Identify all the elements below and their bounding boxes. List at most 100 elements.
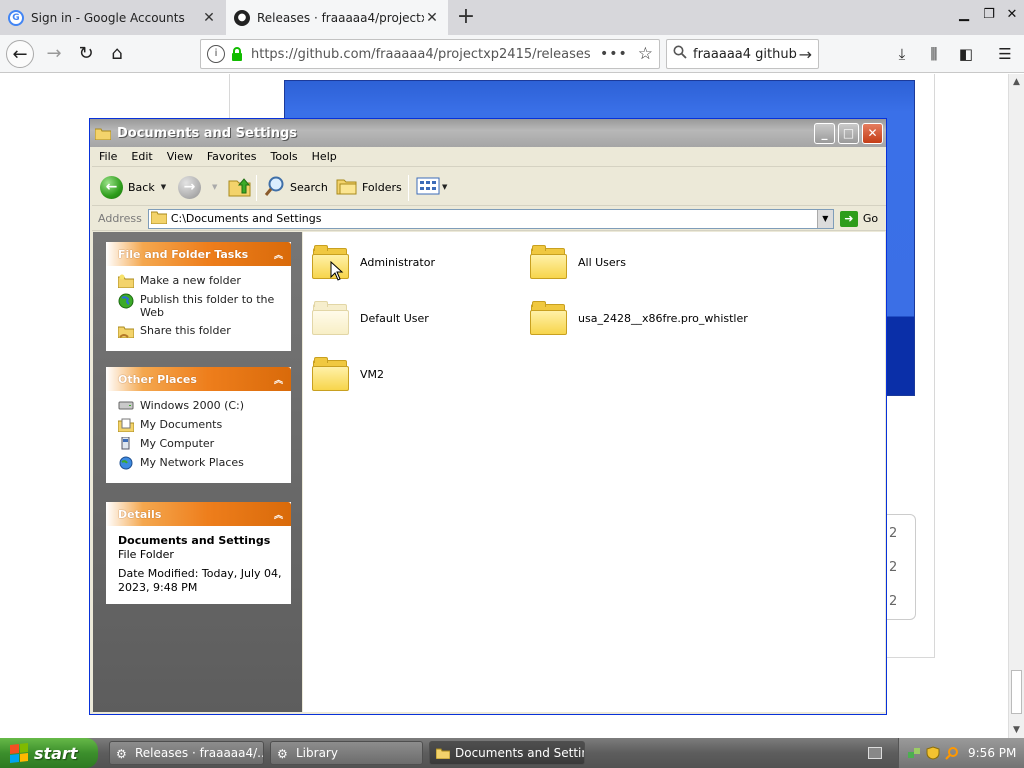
scroll-thumb[interactable]: [1011, 670, 1022, 714]
search-go-icon[interactable]: →: [799, 45, 812, 64]
search-icon[interactable]: [945, 746, 959, 760]
address-dropdown-icon[interactable]: ▼: [816, 209, 833, 228]
bookmark-star-icon[interactable]: ☆: [638, 44, 653, 64]
folder-icon: [530, 244, 568, 280]
taskbar-button-documents-settings[interactable]: Documents and Settings: [429, 741, 585, 765]
panel-title: Details: [118, 507, 162, 521]
browser-tab-bar: G Sign in - Google Accounts ✕ ● Releases…: [0, 0, 1024, 35]
task-make-new-folder[interactable]: Make a new folder: [117, 274, 283, 289]
library-icon[interactable]: ⫼: [923, 43, 945, 65]
scroll-down-icon[interactable]: ▼: [1009, 722, 1024, 738]
tab-label: Sign in - Google Accounts: [31, 10, 185, 25]
panel-header[interactable]: Details ︽: [106, 502, 291, 526]
menu-file[interactable]: File: [92, 150, 124, 163]
folders-button[interactable]: Folders: [336, 173, 402, 201]
tab-label: Releases · fraaaaa4/projectxp2415: [257, 10, 424, 25]
panel-header[interactable]: File and Folder Tasks ︽: [106, 242, 291, 266]
dropdown-arrow-icon[interactable]: ▼: [161, 183, 166, 191]
folder-icon: [312, 356, 350, 392]
shield-icon[interactable]: [926, 746, 940, 760]
reload-button[interactable]: ↻: [72, 40, 100, 68]
menu-view[interactable]: View: [160, 150, 200, 163]
menu-help[interactable]: Help: [305, 150, 344, 163]
url-text[interactable]: https://github.com/fraaaaa4/projectxp241…: [251, 47, 590, 62]
place-windows-2000-c[interactable]: Windows 2000 (C:): [118, 399, 283, 413]
home-button[interactable]: ⌂: [103, 40, 131, 68]
folder-vm2[interactable]: VM2: [312, 356, 384, 392]
explorer-title-bar[interactable]: Documents and Settings _ □ ✕: [90, 119, 886, 147]
panel-header[interactable]: Other Places ︽: [106, 367, 291, 391]
task-publish-folder[interactable]: Publish this folder to the Web: [118, 293, 283, 319]
start-button[interactable]: start: [0, 738, 98, 768]
close-window-icon[interactable]: ✕: [1003, 6, 1021, 24]
tab-google-signin[interactable]: G Sign in - Google Accounts ✕: [0, 0, 225, 35]
place-my-network-places[interactable]: My Network Places: [118, 456, 283, 470]
task-pane: File and Folder Tasks ︽ Make a new folde…: [93, 232, 302, 712]
place-my-computer[interactable]: My Computer: [118, 436, 283, 451]
menu-edit[interactable]: Edit: [124, 150, 159, 163]
folder-usa-2428-whistler[interactable]: usa_2428__x86fre.pro_whistler: [530, 300, 748, 336]
go-label: Go: [862, 212, 879, 225]
close-tab-icon[interactable]: ✕: [424, 10, 440, 26]
url-bar[interactable]: i https://github.com/fraaaaa4/projectxp2…: [200, 39, 660, 69]
minimize-button[interactable]: _: [814, 123, 835, 144]
info-icon[interactable]: i: [207, 45, 225, 63]
search-input[interactable]: fraaaaa4 github: [693, 47, 799, 62]
up-folder-button[interactable]: [228, 173, 252, 201]
network-icon[interactable]: [907, 746, 921, 760]
release-digit: 2: [889, 526, 898, 541]
address-input[interactable]: C:\Documents and Settings ▼: [147, 208, 834, 229]
keyboard-icon[interactable]: [868, 747, 882, 759]
menu-favorites[interactable]: Favorites: [200, 150, 264, 163]
folder-label: Default User: [360, 311, 429, 325]
folder-label: All Users: [578, 255, 626, 269]
taskbar-button-releases[interactable]: ⚙ Releases · fraaaaa4/...: [109, 741, 264, 765]
dropdown-arrow-icon[interactable]: ▼: [442, 183, 447, 191]
close-button[interactable]: ✕: [862, 123, 883, 144]
address-path[interactable]: C:\Documents and Settings: [171, 212, 322, 225]
search-button[interactable]: Search: [264, 173, 328, 201]
folder-icon: [94, 127, 112, 140]
panel-title: Other Places: [118, 372, 197, 386]
new-tab-button[interactable]: +: [452, 3, 480, 31]
views-button[interactable]: ▼: [416, 173, 447, 201]
maximize-button[interactable]: □: [838, 123, 859, 144]
folder-all-users[interactable]: All Users: [530, 244, 626, 280]
scroll-up-icon[interactable]: ▲: [1009, 74, 1024, 90]
sidebar-icon[interactable]: ◧: [955, 43, 977, 65]
taskbar-button-library[interactable]: ⚙ Library: [270, 741, 423, 765]
taskbar: start ⚙ Releases · fraaaaa4/... ⚙ Librar…: [0, 738, 1024, 768]
page-scrollbar[interactable]: ▲ ▼: [1008, 74, 1024, 738]
menu-icon[interactable]: ☰: [994, 43, 1016, 65]
forward-button[interactable]: → ▼: [178, 173, 217, 201]
minimize-icon[interactable]: ▁: [955, 6, 973, 24]
restore-icon[interactable]: ❐: [980, 6, 998, 24]
search-bar[interactable]: fraaaaa4 github →: [666, 39, 819, 69]
collapse-chevron-icon[interactable]: ︽: [274, 248, 283, 261]
go-button[interactable]: ➜ Go: [839, 210, 879, 227]
folder-default-user[interactable]: Default User: [312, 300, 429, 336]
tab-github-releases[interactable]: ● Releases · fraaaaa4/projectxp2415 ✕: [226, 0, 448, 35]
collapse-chevron-icon[interactable]: ︽: [274, 508, 283, 521]
folder-icon: [435, 747, 451, 760]
downloads-icon[interactable]: ⤓: [891, 43, 913, 65]
back-button[interactable]: ← Back ▼: [100, 173, 166, 201]
folder-content-area[interactable]: Administrator All Users Default User usa…: [303, 232, 885, 712]
forward-button[interactable]: →: [40, 40, 68, 68]
task-share-folder[interactable]: Share this folder: [117, 324, 283, 339]
network-places-icon: [118, 456, 134, 470]
place-my-documents[interactable]: My Documents: [117, 418, 283, 433]
collapse-chevron-icon[interactable]: ︽: [274, 373, 283, 386]
address-bar: Address C:\Documents and Settings ▼ ➜ Go: [92, 207, 886, 231]
menu-bar: File Edit View Favorites Tools Help: [92, 147, 886, 167]
start-label: start: [34, 743, 78, 763]
clock[interactable]: 9:56 PM: [968, 746, 1016, 760]
back-button[interactable]: ←: [6, 40, 34, 68]
standard-toolbar: ← Back ▼ → ▼ Search Folders ▼: [92, 168, 886, 206]
close-tab-icon[interactable]: ✕: [201, 10, 217, 26]
dropdown-arrow-icon[interactable]: ▼: [212, 183, 217, 191]
file-folder-tasks-panel: File and Folder Tasks ︽ Make a new folde…: [106, 242, 291, 351]
menu-tools[interactable]: Tools: [264, 150, 305, 163]
page-actions-icon[interactable]: •••: [600, 46, 628, 62]
folder-icon: [312, 300, 350, 336]
